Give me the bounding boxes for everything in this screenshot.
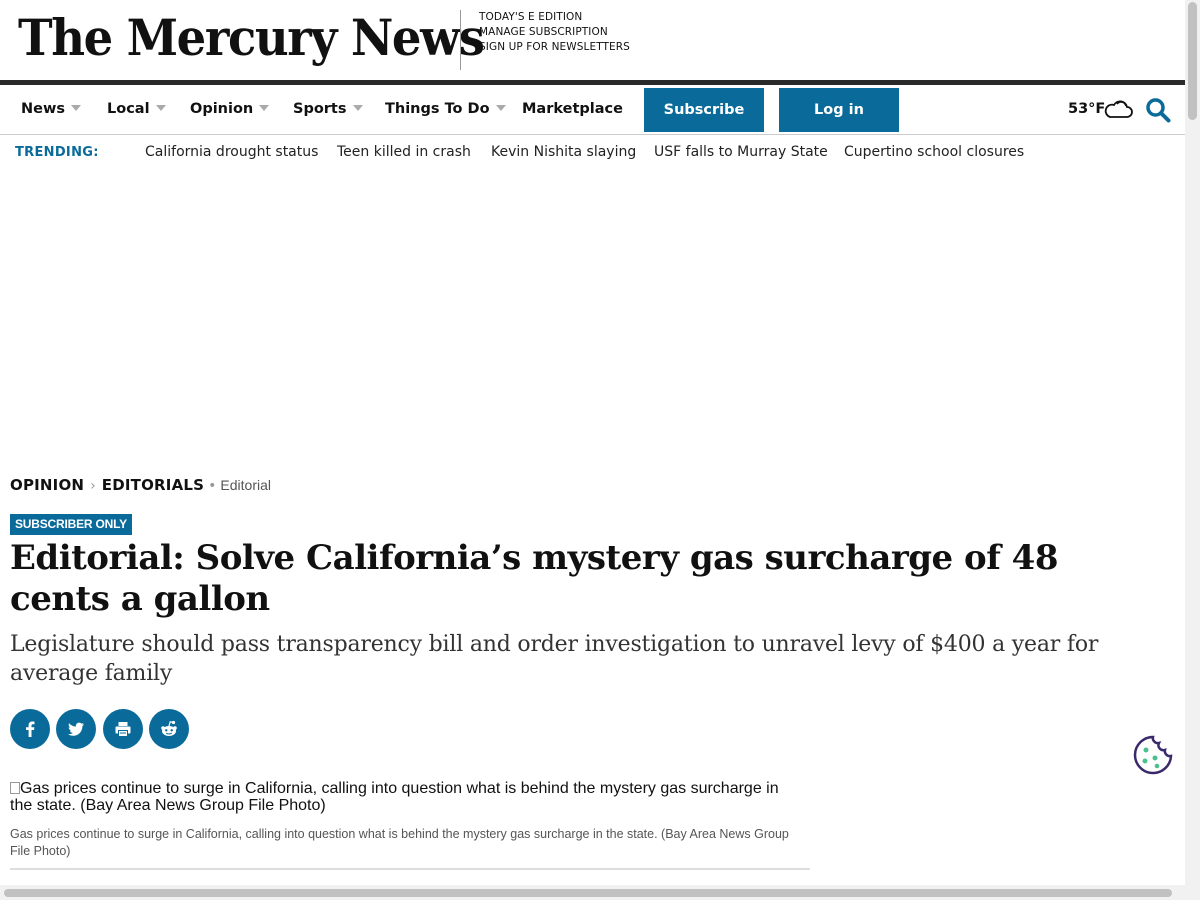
trending-bar: TRENDING: California drought status Teen…: [0, 136, 1185, 170]
nav-item-label: News: [21, 101, 65, 117]
facebook-share-button[interactable]: [10, 709, 50, 749]
reddit-icon: [161, 720, 177, 736]
manage-subscription-link[interactable]: MANAGE SUBSCRIPTION: [479, 25, 630, 40]
breadcrumb: OPINION › EDITORIALS • Editorial: [10, 476, 271, 494]
site-logo[interactable]: The Mercury News: [18, 8, 485, 67]
image-caption: Gas prices continue to surge in Californ…: [10, 827, 789, 858]
nav-item-label: Things To Do: [385, 101, 490, 117]
chevron-right-icon: ›: [90, 478, 96, 494]
nav-item-label: Sports: [293, 101, 347, 117]
article-image: Gas prices continue to surge in Californ…: [10, 780, 800, 814]
masthead-divider: [460, 10, 461, 70]
article-dek: Legislature should pass transparency bil…: [10, 632, 1099, 686]
nav-item-local[interactable]: Local: [107, 85, 166, 135]
trending-label: TRENDING:: [15, 145, 99, 160]
horizontal-scrollbar[interactable]: [0, 885, 1185, 900]
cookie-icon[interactable]: [1132, 734, 1174, 776]
nav-item-news[interactable]: News: [21, 85, 81, 135]
twitter-icon: [68, 722, 84, 736]
chevron-down-icon: [495, 105, 506, 111]
nav-item-opinion[interactable]: Opinion: [190, 85, 270, 135]
trending-link[interactable]: California drought status: [145, 144, 318, 160]
dot-separator: •: [208, 478, 217, 494]
breadcrumb-editorials[interactable]: EDITORIALS: [102, 476, 204, 494]
breadcrumb-opinion[interactable]: OPINION: [10, 476, 84, 494]
facebook-icon: [26, 721, 35, 737]
nav-item-label: Opinion: [190, 101, 254, 117]
nav-item-sports[interactable]: Sports: [293, 85, 363, 135]
subscriber-only-badge: SUBSCRIBER ONLY: [10, 514, 132, 535]
trending-link[interactable]: Kevin Nishita slaying: [491, 144, 636, 160]
main-nav: News Local Opinion Sports Things To Do M…: [0, 85, 1185, 135]
weather-temp[interactable]: 53°F: [1068, 85, 1105, 135]
chevron-down-icon: [155, 105, 166, 111]
print-button[interactable]: [103, 709, 143, 749]
article-headline: Editorial: Solve California’s mystery ga…: [10, 538, 1058, 619]
chevron-down-icon: [259, 105, 270, 111]
broken-image-icon: [10, 782, 20, 794]
login-button[interactable]: Log in: [779, 88, 899, 132]
trending-link[interactable]: USF falls to Murray State: [654, 144, 828, 160]
scrollbar-thumb[interactable]: [1188, 2, 1197, 120]
cloud-icon[interactable]: [1103, 97, 1133, 121]
nav-item-marketplace[interactable]: Marketplace: [522, 85, 623, 135]
reddit-share-button[interactable]: [149, 709, 189, 749]
nav-item-things-to-do[interactable]: Things To Do: [385, 85, 506, 135]
scrollbar-thumb[interactable]: [4, 889, 1172, 897]
article-type: Editorial: [220, 477, 272, 493]
nav-item-label: Local: [107, 101, 150, 117]
chevron-down-icon: [71, 105, 81, 111]
search-icon[interactable]: [1145, 97, 1171, 123]
top-links: TODAY'S E EDITION MANAGE SUBSCRIPTION SI…: [479, 10, 630, 55]
trending-link[interactable]: Teen killed in crash: [337, 144, 471, 160]
twitter-share-button[interactable]: [56, 709, 96, 749]
newsletters-link[interactable]: SIGN UP FOR NEWSLETTERS: [479, 40, 630, 55]
caption-divider: [10, 868, 810, 870]
masthead: The Mercury News TODAY'S E EDITION MANAG…: [0, 0, 1185, 80]
e-edition-link[interactable]: TODAY'S E EDITION: [479, 10, 630, 25]
scrollbar-corner: [1185, 885, 1200, 900]
vertical-scrollbar[interactable]: [1185, 0, 1200, 885]
subscribe-button[interactable]: Subscribe: [644, 88, 764, 132]
chevron-down-icon: [352, 105, 363, 111]
trending-link[interactable]: Cupertino school closures: [844, 144, 1024, 160]
nav-item-label: Marketplace: [522, 101, 623, 117]
image-alt-text: Gas prices continue to surge in Californ…: [10, 780, 779, 814]
print-icon: [115, 722, 131, 737]
